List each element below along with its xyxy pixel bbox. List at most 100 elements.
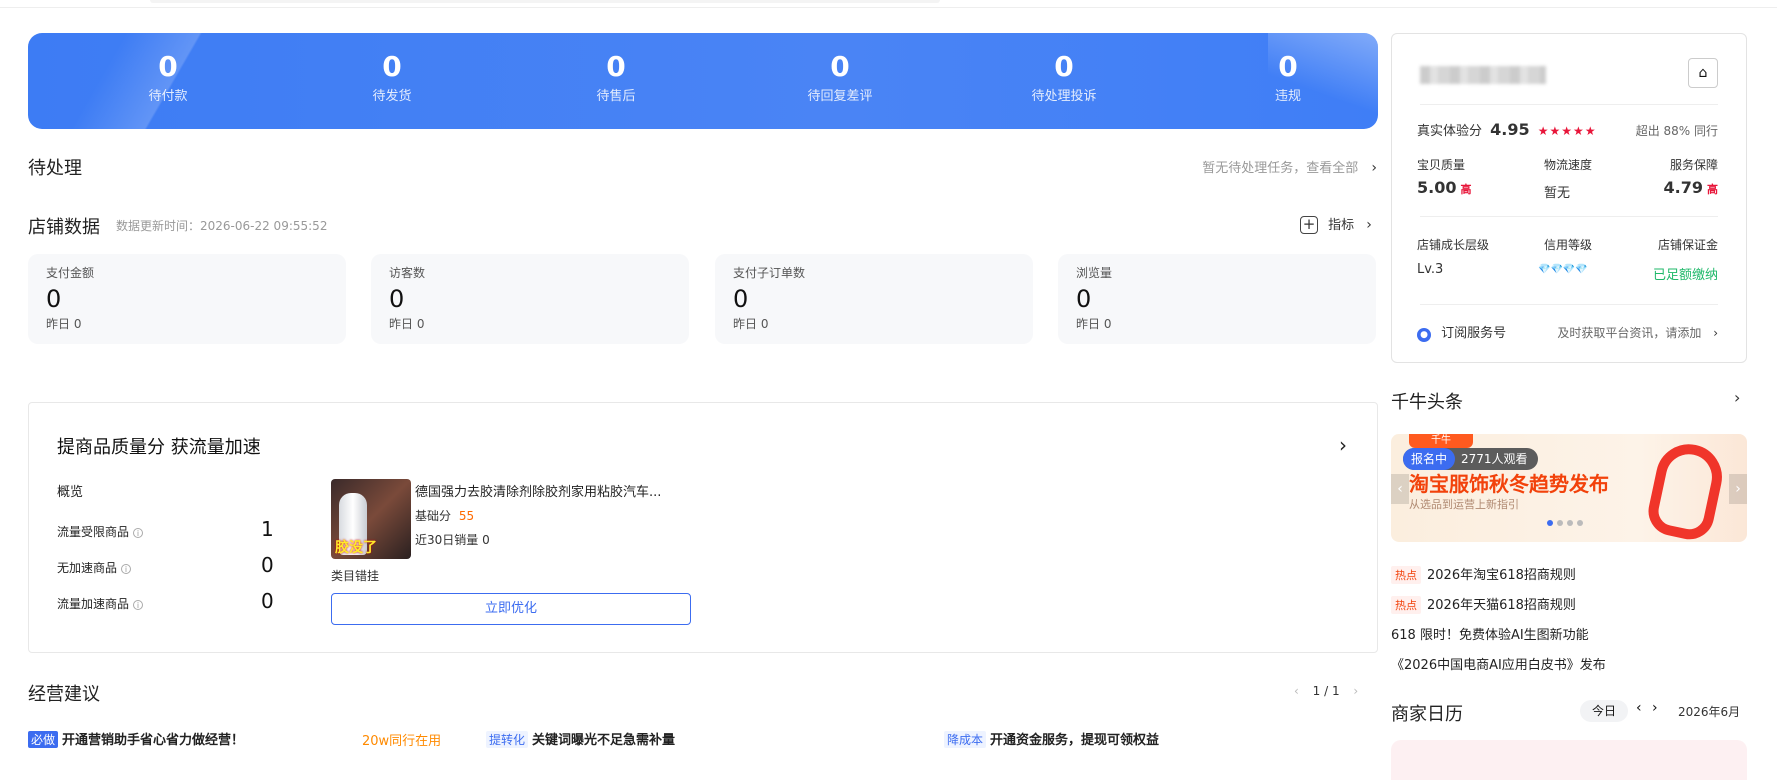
overview-label: 概览 bbox=[57, 485, 84, 500]
quality-title: 提商品质量分 获流量加速 bbox=[57, 437, 261, 458]
stat-label: 待付款 bbox=[148, 89, 188, 104]
chevron-right-icon[interactable]: › bbox=[1353, 684, 1358, 698]
subscribe-label: 订阅服务号 bbox=[1441, 326, 1507, 341]
pending-title: 待处理 bbox=[28, 158, 82, 179]
suggestion-note: 20w同行在用 bbox=[362, 734, 442, 749]
product-sales: 近30日销量 0 bbox=[415, 533, 490, 547]
update-time: 数据更新时间：2026-06-22 09:55:52 bbox=[116, 219, 328, 233]
calendar-body bbox=[1391, 740, 1747, 780]
beat-peers: 超出 88% 同行 bbox=[1635, 124, 1718, 138]
metric-title: 支付子订单数 bbox=[733, 266, 806, 280]
brand-tag: 千牛 bbox=[1409, 434, 1473, 448]
home-icon[interactable]: ⌂ bbox=[1688, 58, 1718, 88]
metric-label: 物流速度 bbox=[1544, 158, 1593, 172]
suggestion-item[interactable]: 降成本 开通资金服务，提现可领权益 bbox=[944, 729, 1159, 748]
chevron-left-icon[interactable]: ‹ bbox=[1636, 700, 1642, 716]
stat-value: 0 bbox=[606, 50, 626, 83]
suggestion-tag: 降成本 bbox=[944, 731, 987, 748]
metric-yesterday: 昨日 0 bbox=[46, 317, 82, 331]
metric-value: 0 bbox=[46, 285, 62, 313]
quality-row-limited: 流量受限商品 i bbox=[57, 523, 144, 540]
metric-title: 访客数 bbox=[389, 266, 426, 280]
stat-violations[interactable]: 0 违规 bbox=[1218, 50, 1358, 105]
info-icon[interactable]: i bbox=[133, 528, 144, 538]
indicator-button[interactable]: + 指标 › bbox=[1300, 214, 1372, 234]
stat-label: 违规 bbox=[1274, 89, 1301, 104]
news-item[interactable]: 热点 2026年淘宝618招商规则 bbox=[1391, 564, 1576, 584]
chevron-right-icon[interactable]: › bbox=[1729, 474, 1747, 504]
suggestion-text: 开通资金服务，提现可领权益 bbox=[990, 733, 1160, 748]
quality-row-accel: 流量加速商品 i bbox=[57, 595, 144, 612]
chevron-right-icon: › bbox=[1371, 160, 1377, 176]
chevron-left-icon[interactable]: ‹ bbox=[1391, 474, 1409, 504]
info-icon[interactable]: i bbox=[133, 600, 144, 610]
metric-quality: 5.00 高 bbox=[1417, 178, 1471, 197]
deposit-status[interactable]: 已足额缴纳 bbox=[1653, 264, 1718, 283]
metric-value: 4.79 bbox=[1663, 178, 1703, 197]
experience-value: 4.95 bbox=[1490, 120, 1530, 139]
stat-label: 待回复差评 bbox=[807, 89, 873, 104]
carousel-dots bbox=[1547, 511, 1587, 530]
metric-card-visitors[interactable]: 访客数 0 昨日 0 bbox=[371, 254, 689, 344]
store-data-title: 店铺数据 bbox=[28, 217, 100, 238]
pending-view-all-link[interactable]: 暂无待处理任务，查看全部 › bbox=[1202, 157, 1377, 176]
metric-value: 0 bbox=[1076, 285, 1092, 313]
metric-yesterday: 昨日 0 bbox=[1076, 317, 1112, 331]
diamond-icon: 💎💎💎💎 bbox=[1538, 264, 1588, 275]
subscribe-hint: 及时获取平台资讯，请添加 bbox=[1557, 326, 1702, 340]
metric-card-pageviews[interactable]: 浏览量 0 昨日 0 bbox=[1058, 254, 1376, 344]
top-strip bbox=[0, 0, 1777, 8]
stat-value: 0 bbox=[382, 50, 402, 83]
news-item[interactable]: 《2026中国电商AI应用白皮书》发布 bbox=[1391, 654, 1606, 673]
live-pill: 报名中 2771人观看 bbox=[1403, 448, 1538, 470]
stat-value: 0 bbox=[1054, 50, 1074, 83]
suggestion-item[interactable]: 必做 开通营销助手省心省力做经营！ bbox=[28, 729, 244, 748]
news-item[interactable]: 热点 2026年天猫618招商规则 bbox=[1391, 594, 1576, 614]
product-name[interactable]: 德国强力去胶清除剂除胶剂家用粘胶汽车... bbox=[415, 481, 661, 500]
suggestion-item[interactable]: 提转化 关键词曝光不足急需补量 bbox=[486, 729, 675, 748]
stat-negative-reviews[interactable]: 0 待回复差评 bbox=[770, 51, 910, 105]
stat-complaints[interactable]: 0 待处理投诉 bbox=[994, 50, 1134, 105]
metric-card-payment[interactable]: 支付金额 0 昨日 0 bbox=[28, 254, 346, 344]
info-icon[interactable]: i bbox=[121, 564, 132, 574]
metric-yesterday: 昨日 0 bbox=[389, 317, 425, 331]
metric-value: 5.00 bbox=[1417, 178, 1457, 197]
metric-value: 0 bbox=[389, 285, 405, 313]
chevron-right-icon[interactable]: › bbox=[1339, 433, 1347, 457]
stat-pending-payment[interactable]: 0 待付款 bbox=[98, 51, 238, 105]
stat-after-sales[interactable]: 0 待售后 bbox=[546, 50, 686, 105]
chevron-right-icon: › bbox=[1366, 217, 1372, 233]
user-icon: ● bbox=[1417, 328, 1431, 342]
subscribe-hint-link[interactable]: 及时获取平台资讯，请添加 › bbox=[1557, 324, 1718, 341]
stat-value: 0 bbox=[1278, 50, 1298, 83]
metric-card-orders[interactable]: 支付子订单数 0 昨日 0 bbox=[715, 254, 1033, 344]
base-score-value: 55 bbox=[458, 509, 475, 523]
fire-icon: 热点 bbox=[1391, 566, 1421, 584]
suggestion-text: 开通营销助手省心省力做经营！ bbox=[62, 733, 245, 748]
experience-score[interactable]: 真实体验分 4.95 ★★★★★ bbox=[1417, 120, 1597, 139]
news-item[interactable]: 618 限时！免费体验AI生图新功能 bbox=[1391, 624, 1589, 643]
level-label: 信用等级 bbox=[1544, 238, 1593, 252]
shop-info-panel: ⌂ 真实体验分 4.95 ★★★★★ 超出 88% 同行 宝贝质量 5.00 高 … bbox=[1391, 33, 1747, 363]
today-button[interactable]: 今日 bbox=[1580, 700, 1628, 722]
chevron-right-icon[interactable]: › bbox=[1734, 388, 1740, 407]
level-value[interactable]: Lv.3 bbox=[1417, 262, 1443, 277]
pager-text: 1 / 1 bbox=[1312, 684, 1340, 698]
chevron-left-icon[interactable]: ‹ bbox=[1294, 684, 1299, 698]
product-thumbnail[interactable]: 胶没了 bbox=[331, 479, 411, 559]
row-value: 0 bbox=[261, 589, 274, 613]
level-label: 店铺成长层级 bbox=[1417, 238, 1490, 252]
headline-banner[interactable]: 千牛 报名中 2771人观看 淘宝服饰秋冬趋势发布 从选品到运营上新指引 ‹ › bbox=[1391, 434, 1747, 542]
viewer-count: 2771人观看 bbox=[1461, 452, 1528, 466]
banner-subtitle: 从选品到运营上新指引 bbox=[1409, 498, 1519, 511]
subscribe-service[interactable]: ● 订阅服务号 bbox=[1417, 322, 1506, 342]
stat-label: 待处理投诉 bbox=[1031, 89, 1097, 104]
chevron-right-icon[interactable]: › bbox=[1652, 700, 1658, 716]
optimize-button[interactable]: 立即优化 bbox=[331, 593, 691, 625]
base-score-label: 基础分 bbox=[415, 509, 452, 523]
level-label: 店铺保证金 bbox=[1657, 238, 1718, 252]
experience-label: 真实体验分 bbox=[1417, 124, 1483, 139]
stat-pending-shipment[interactable]: 0 待发货 bbox=[322, 50, 462, 105]
qianniu-title: 千牛头条 bbox=[1391, 392, 1463, 413]
calendar-title: 商家日历 bbox=[1391, 704, 1463, 725]
